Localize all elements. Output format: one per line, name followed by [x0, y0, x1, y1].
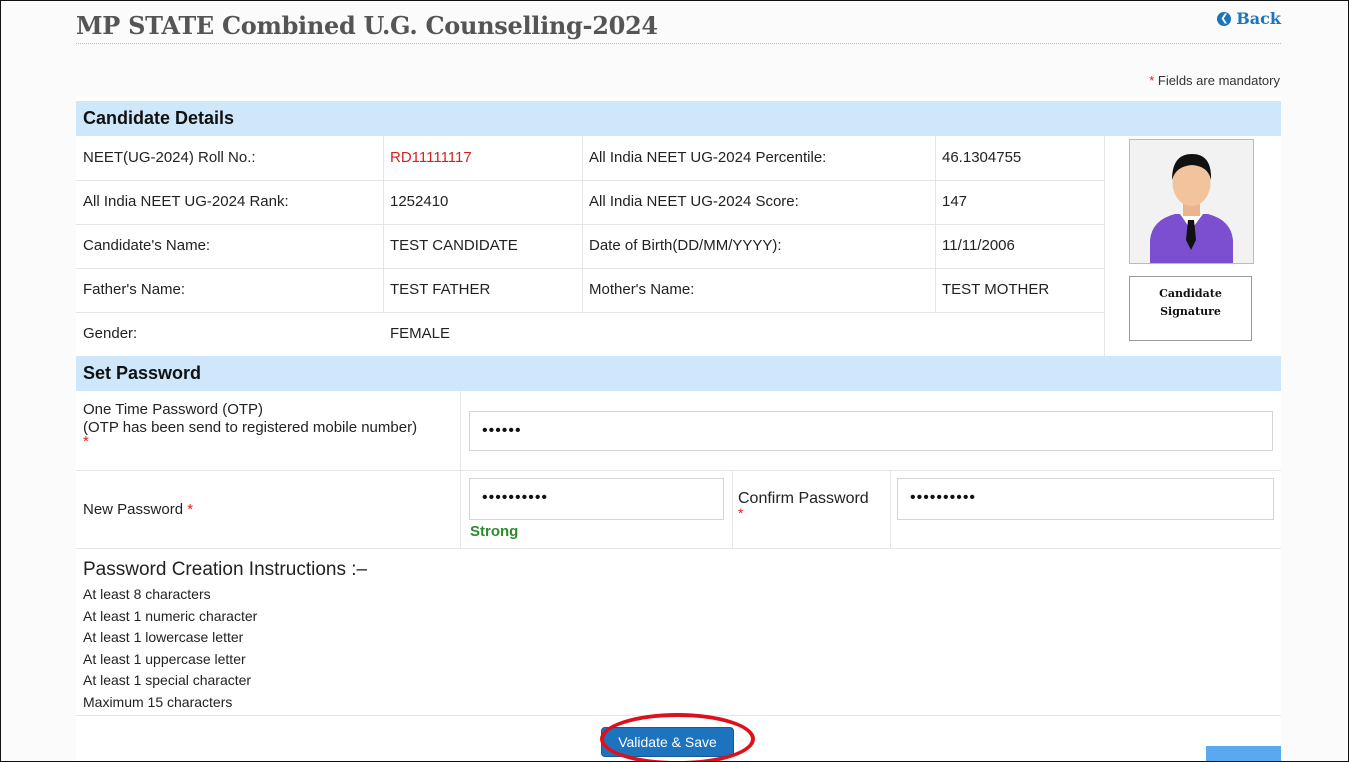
otp-label: One Time Password (OTP) (OTP has been se… [83, 401, 418, 450]
required-star: * [187, 501, 194, 518]
divider [582, 136, 583, 312]
back-label: Back [1236, 9, 1281, 28]
password-row: New Password * •••••••••• Strong Confirm… [76, 470, 1281, 549]
candidate-photo [1129, 139, 1254, 264]
list-item: At least 1 special character [83, 672, 252, 688]
page-title: MP STATE Combined U.G. Counselling-2024 [76, 11, 658, 40]
gender-label: Gender: [83, 325, 138, 342]
confirm-password-input[interactable]: •••••••••• [897, 478, 1274, 520]
table-row: Father's Name: TEST FATHER Mother's Name… [76, 268, 1104, 313]
chevron-left-icon: ❮ [1217, 11, 1232, 26]
corner-button[interactable] [1206, 746, 1281, 761]
page-header: MP STATE Combined U.G. Counselling-2024 … [76, 9, 1281, 44]
mother-name-label: Mother's Name: [589, 281, 695, 298]
divider [732, 470, 733, 548]
otp-input[interactable]: •••••• [469, 411, 1273, 451]
divider [890, 470, 891, 548]
dob-label: Date of Birth(DD/MM/YYYY): [589, 237, 782, 254]
score-value: 147 [942, 193, 968, 210]
percentile-label: All India NEET UG-2024 Percentile: [589, 149, 827, 166]
form-panel: Candidate Details NEET(UG-2024) Roll No.… [76, 97, 1281, 761]
list-item: At least 1 uppercase letter [83, 650, 246, 667]
table-row: NEET(UG-2024) Roll No.: RD11111117 All I… [76, 136, 1104, 181]
back-link[interactable]: ❮ Back [1217, 9, 1281, 28]
divider [935, 136, 936, 312]
confirm-password-label-text: Confirm Password [738, 490, 869, 507]
required-star: * [83, 433, 89, 450]
required-star: * [1149, 73, 1155, 88]
candidate-name-value: TEST CANDIDATE [390, 237, 518, 254]
rank-value: 1252410 [390, 193, 449, 210]
otp-label-line1: One Time Password (OTP) [83, 401, 264, 418]
divider [76, 715, 1281, 716]
otp-row: One Time Password (OTP) (OTP has been se… [76, 391, 1281, 471]
roll-no-label: NEET(UG-2024) Roll No.: [83, 149, 256, 166]
table-row: Gender: FEMALE [76, 312, 1104, 356]
required-star: * [738, 505, 744, 521]
mandatory-note: * Fields are mandatory [1149, 73, 1280, 88]
table-row: Candidate's Name: TEST CANDIDATE Date of… [76, 224, 1104, 269]
roll-no-value: RD11111117 [390, 149, 472, 166]
signature-line1: Candidate [1159, 287, 1222, 300]
rank-label: All India NEET UG-2024 Rank: [83, 193, 289, 210]
new-password-input[interactable]: •••••••••• [469, 478, 724, 520]
section-candidate-details: Candidate Details [76, 101, 1281, 136]
gender-value: FEMALE [390, 325, 451, 342]
new-password-label-text: New Password [83, 501, 184, 518]
list-item: At least 1 numeric character [83, 607, 258, 624]
section-set-password: Set Password [76, 356, 1281, 391]
score-label: All India NEET UG-2024 Score: [589, 193, 799, 210]
table-row: All India NEET UG-2024 Rank: 1252410 All… [76, 180, 1104, 225]
mandatory-text: Fields are mandatory [1157, 73, 1280, 88]
father-name-label: Father's Name: [83, 281, 186, 298]
divider [1104, 136, 1105, 356]
list-item: At least 1 lowercase letter [83, 629, 244, 645]
instructions-title: Password Creation Instructions :– [83, 559, 368, 580]
divider [460, 470, 461, 548]
candidate-name-label: Candidate's Name: [83, 237, 211, 254]
dob-value: 11/11/2006 [942, 237, 1015, 254]
password-instructions: Password Creation Instructions :– At lea… [83, 559, 367, 713]
confirm-password-label: Confirm Password * [738, 490, 869, 521]
candidate-signature: Candidate Signature [1129, 276, 1252, 341]
divider [383, 136, 384, 312]
mother-name-value: TEST MOTHER [942, 281, 1050, 298]
new-password-label: New Password * [83, 501, 193, 519]
otp-label-line2: (OTP has been send to registered mobile … [83, 419, 418, 436]
list-item: Maximum 15 characters [83, 693, 233, 710]
signature-line2: Signature [1160, 305, 1221, 318]
percentile-value: 46.1304755 [942, 149, 1022, 166]
page-frame: MP STATE Combined U.G. Counselling-2024 … [0, 0, 1349, 762]
avatar-icon [1130, 140, 1253, 263]
password-strength: Strong [470, 523, 519, 540]
validate-save-button[interactable]: Validate & Save [601, 727, 734, 757]
father-name-value: TEST FATHER [390, 281, 491, 298]
list-item: At least 8 characters [83, 586, 211, 602]
divider [460, 391, 461, 470]
